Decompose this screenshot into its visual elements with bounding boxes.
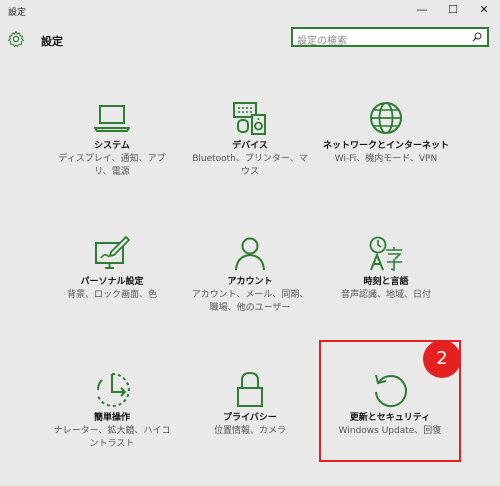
close-button[interactable]: ✕ [468, 0, 500, 20]
tile-description: 音声認識、地域、日付 [340, 290, 431, 300]
tile-privacy[interactable]: プライバシー 位置情報、カメラ [180, 370, 320, 438]
window-title: 設定 [8, 8, 27, 18]
tile-description: Bluetooth、プリンター、マウス [192, 154, 308, 177]
time-language-icon [369, 236, 402, 272]
tile-description: ディスプレイ、通知、アプリ、電源 [58, 154, 166, 177]
tile-label: 時刻と言語 [363, 277, 409, 287]
globe-icon [370, 102, 402, 134]
laptop-icon [94, 105, 130, 132]
tile-label: アカウント [227, 277, 273, 287]
tile-label: システム [94, 141, 130, 151]
search-box[interactable] [291, 27, 489, 50]
personalization-icon [95, 236, 130, 269]
devices-icon [233, 102, 266, 135]
tile-description: アカウント、メール、同期、職場、他のユーザー [191, 290, 309, 313]
tile-description: Wi-Fi、機内モード、VPN [334, 154, 438, 164]
tile-system[interactable]: システム ディスプレイ、通知、アプリ、電源 [42, 98, 182, 179]
maximize-button[interactable]: ☐ [437, 0, 469, 20]
tile-devices[interactable]: デバイス Bluetooth、プリンター、マウス [180, 98, 320, 179]
tile-description: ナレーター、拡大鏡、ハイコントラスト [53, 426, 171, 449]
title-bar: 設定 — ☐ ✕ [0, 0, 500, 22]
ease-of-access-icon [96, 372, 130, 407]
person-icon [235, 237, 265, 271]
tile-description: 位置情報、カメラ [213, 426, 286, 436]
tile-description: 背景、ロック画面、色 [66, 290, 157, 300]
search-icon[interactable] [471, 31, 483, 43]
tile-time-language[interactable]: 時刻と言語 音声認識、地域、日付 [316, 234, 456, 302]
tile-label: プライバシー [223, 413, 277, 423]
tile-network[interactable]: ネットワークとインターネット Wi-Fi、機内モード、VPN [316, 98, 456, 166]
step-badge: 2 [423, 340, 461, 378]
tile-ease-of-access[interactable]: 簡単操作 ナレーター、拡大鏡、ハイコントラスト [42, 370, 182, 451]
page-title: 設定 [41, 35, 63, 48]
gear-icon [8, 31, 24, 47]
tile-label: パーソナル設定 [80, 277, 144, 287]
tile-label: デバイス [232, 141, 268, 151]
tile-label: ネットワークとインターネット [322, 141, 449, 151]
tile-accounts[interactable]: アカウント アカウント、メール、同期、職場、他のユーザー [180, 234, 320, 315]
tile-personalization[interactable]: パーソナル設定 背景、ロック画面、色 [42, 234, 182, 302]
lock-icon [237, 371, 263, 407]
search-input[interactable] [293, 33, 467, 50]
minimize-button[interactable]: — [406, 0, 438, 20]
tile-label: 簡単操作 [93, 413, 130, 423]
